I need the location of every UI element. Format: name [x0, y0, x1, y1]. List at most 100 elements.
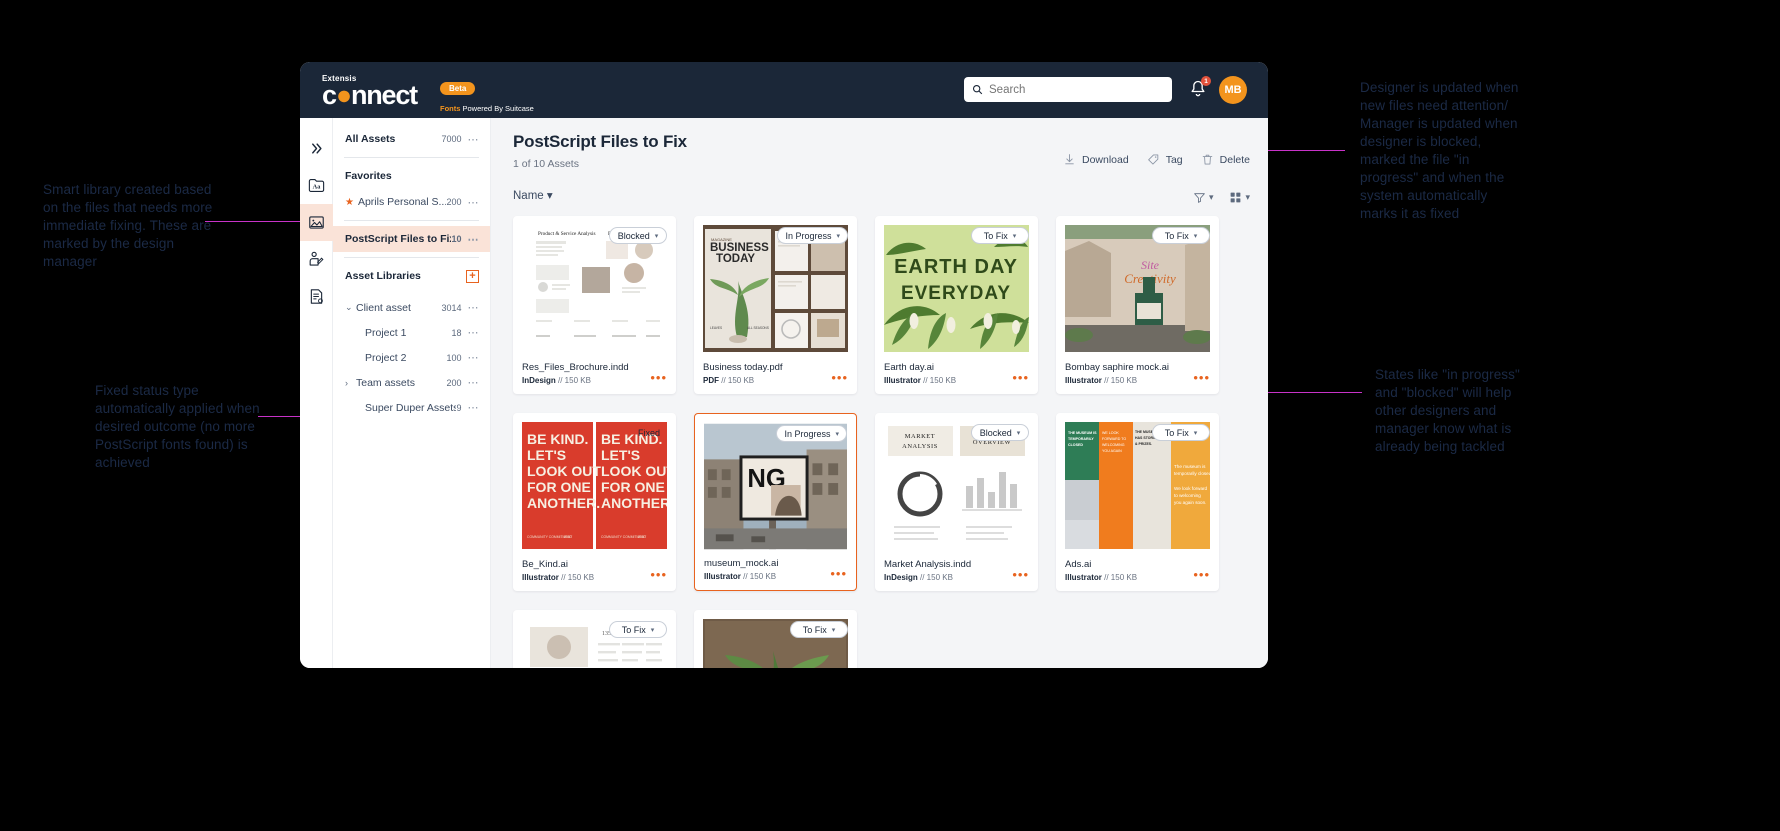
search-input[interactable]	[989, 83, 1164, 96]
sidebar-item-aprils-personal[interactable]: ★ Aprils Personal S... 200 ⋯	[333, 189, 490, 215]
status-badge[interactable]: To Fix ▾	[971, 227, 1029, 244]
avatar[interactable]: MB	[1219, 76, 1247, 104]
view-controls: ▾ ▾	[1193, 191, 1250, 204]
svg-text:ALL SEASONS: ALL SEASONS	[747, 326, 769, 330]
tag-button[interactable]: Tag	[1147, 153, 1183, 166]
rail-item-fonts[interactable]: Aa	[300, 167, 333, 204]
status-badge[interactable]: To Fix ▾	[1152, 227, 1210, 244]
asset-card[interactable]: To Fix ▾	[694, 610, 857, 668]
asset-file-size: // 150 KB	[558, 573, 595, 582]
asset-card-footer: Market Analysis.indd InDesign // 150 KB ••…	[884, 559, 1029, 582]
rail-item-people[interactable]	[300, 241, 333, 278]
asset-app-name: InDesign	[884, 573, 918, 582]
asset-file-name: Res_Files_Brochure.indd	[522, 362, 629, 373]
download-button[interactable]: Download	[1063, 153, 1129, 166]
sidebar-postscript-menu[interactable]: ⋯	[468, 233, 480, 246]
asset-thumbnail[interactable]: EARTH DAY EVERYDAY	[884, 225, 1029, 352]
sidebar-all-assets-menu[interactable]: ⋯	[468, 133, 480, 146]
status-badge[interactable]: Blocked ▾	[971, 424, 1029, 441]
asset-card[interactable]: THE MUSEUM IS TEMPORARILY CLOSED WE LOOK FO…	[1056, 413, 1219, 591]
status-badge[interactable]: To Fix ▾	[790, 621, 848, 638]
asset-card[interactable]: BE KIND. LET'S LOOK OUT FOR ONE ANOTHER. BE …	[513, 413, 676, 591]
asset-more-menu[interactable]: •••	[1012, 568, 1029, 581]
asset-file-size: // 150 KB	[740, 572, 777, 581]
asset-card[interactable]: NG In Progress ▾ museum_mock.ai Illustrator…	[694, 413, 857, 591]
asset-card[interactable]: Site Creativity To Fix ▾ Bombay saphire mo…	[1056, 216, 1219, 394]
asset-thumbnail-art: MAGAZINE BUSINESS TODAY LEAVES ALL SEASO…	[703, 225, 848, 352]
sidebar-library-count: 100	[446, 352, 462, 363]
sidebar-aprils-label: Aprils Personal S...	[357, 196, 447, 208]
asset-more-menu[interactable]: •••	[831, 371, 848, 384]
sidebar-item-postscript-files-to-fix[interactable]: PostScript Files to Fix 10 ⋯	[333, 226, 490, 252]
sidebar-item-project-1[interactable]: Project 1 18 ⋯	[333, 320, 490, 345]
asset-thumbnail[interactable]: MAGAZINE BUSINESS TODAY LEAVES ALL SEASO…	[703, 225, 848, 352]
asset-file-name: Market Analysis.indd	[884, 559, 972, 570]
sidebar-library-menu[interactable]: ⋯	[468, 326, 480, 339]
svg-text:ANOTHER.: ANOTHER.	[601, 495, 667, 511]
svg-text:EVERYDAY: EVERYDAY	[901, 283, 1011, 304]
sidebar-divider-3	[344, 257, 479, 258]
rail-item-reports[interactable]	[300, 278, 333, 315]
sidebar-library-menu[interactable]: ⋯	[468, 301, 480, 314]
chevron-down-icon: ▾	[654, 232, 659, 240]
asset-thumbnail[interactable]: NG	[704, 423, 847, 550]
filter-button[interactable]: ▾	[1193, 191, 1213, 204]
svg-text:LOOK OUT: LOOK OUT	[601, 463, 667, 479]
asset-file-size: // 150 KB	[917, 573, 953, 582]
status-badge[interactable]: To Fix ▾	[609, 621, 667, 638]
sidebar-item-team-assets[interactable]: › Team assets 200 ⋯	[333, 370, 490, 395]
icon-rail: Aa	[300, 118, 333, 668]
asset-thumbnail-art: BE KIND. LET'S LOOK OUT FOR ONE ANOTHER. BE …	[522, 422, 667, 549]
delete-button[interactable]: Delete	[1201, 153, 1250, 166]
asset-thumbnail[interactable]: MARKET ANALYSIS OVERVIEW	[884, 422, 1029, 549]
status-badge[interactable]: Blocked ▾	[609, 227, 667, 244]
asset-thumbnail[interactable]: BE KIND. LET'S LOOK OUT FOR ONE ANOTHER. BE …	[522, 422, 667, 549]
asset-file-size: // 150 KB	[719, 376, 755, 385]
asset-app-name: PDF	[703, 376, 719, 385]
asset-thumbnail[interactable]: Site Creativity	[1065, 225, 1210, 352]
rail-item-assets[interactable]	[300, 204, 333, 241]
screenshot-stage: Smart library created based on the files…	[0, 0, 1780, 831]
asset-card[interactable]: Product & Service Analysis Product & Ser…	[513, 216, 676, 394]
asset-more-menu[interactable]: •••	[1193, 568, 1210, 581]
sidebar-library-menu[interactable]: ⋯	[468, 401, 480, 414]
asset-thumbnail[interactable]: Product & Service Analysis Product & Ser…	[522, 225, 667, 352]
asset-card[interactable]: MARKET ANALYSIS OVERVIEW Blocked ▾ Market …	[875, 413, 1038, 591]
search-box[interactable]	[964, 77, 1172, 102]
asset-app-name: Illustrator	[1065, 573, 1102, 582]
asset-card[interactable]: EARTH DAY EVERYDAY To Fix ▾ Earth day.ai Il…	[875, 216, 1038, 394]
asset-more-menu[interactable]: •••	[1012, 371, 1029, 384]
sidebar-aprils-menu[interactable]: ⋯	[468, 196, 480, 209]
asset-card[interactable]: 135172193 To Fix▾	[513, 610, 676, 668]
status-badge[interactable]: In Progress ▾	[776, 425, 847, 442]
grid-view-button[interactable]: ▾	[1229, 191, 1250, 204]
asset-more-menu[interactable]: •••	[650, 568, 667, 581]
status-badge-label: Blocked	[979, 427, 1012, 438]
sidebar-item-project-2[interactable]: Project 2 100 ⋯	[333, 345, 490, 370]
asset-more-menu[interactable]: •••	[1193, 371, 1210, 384]
sidebar-item-client-asset[interactable]: ⌄ Client asset 3014 ⋯	[333, 295, 490, 320]
image-icon	[308, 216, 324, 229]
sort-dropdown[interactable]: Name ▾	[513, 188, 553, 202]
sidebar-library-menu[interactable]: ⋯	[468, 376, 480, 389]
sidebar-divider-1	[344, 157, 479, 158]
delete-label: Delete	[1219, 153, 1250, 166]
asset-more-menu[interactable]: •••	[650, 371, 667, 384]
sidebar-item-super-duper-assets[interactable]: Super Duper Assets 9 ⋯	[333, 395, 490, 420]
sidebar-header-favorites: Favorites	[333, 163, 490, 189]
sidebar-library-menu[interactable]: ⋯	[468, 351, 480, 364]
chevron-down-icon: ▾	[546, 190, 553, 202]
status-badge[interactable]: Fixed	[609, 424, 667, 441]
rail-item-collapse[interactable]	[300, 130, 333, 167]
caret-icon: ›	[345, 377, 348, 388]
sidebar-favorites-label: Favorites	[345, 170, 392, 182]
asset-more-menu[interactable]: •••	[830, 567, 847, 580]
add-library-button[interactable]: +	[466, 269, 479, 283]
status-badge[interactable]: To Fix ▾	[1152, 424, 1210, 441]
asset-thumbnail[interactable]: THE MUSEUM IS TEMPORARILY CLOSED WE LOOK FO…	[1065, 422, 1210, 549]
asset-card[interactable]: MAGAZINE BUSINESS TODAY LEAVES ALL SEASO…	[694, 216, 857, 394]
brand-logo[interactable]: Extensis c●nnect Beta Fonts Powered By S…	[322, 74, 534, 113]
sidebar-item-all-assets[interactable]: All Assets 7000 ⋯	[333, 126, 490, 152]
status-badge[interactable]: In Progress ▾	[777, 227, 848, 244]
asset-thumbnail-art: NG	[704, 423, 847, 550]
